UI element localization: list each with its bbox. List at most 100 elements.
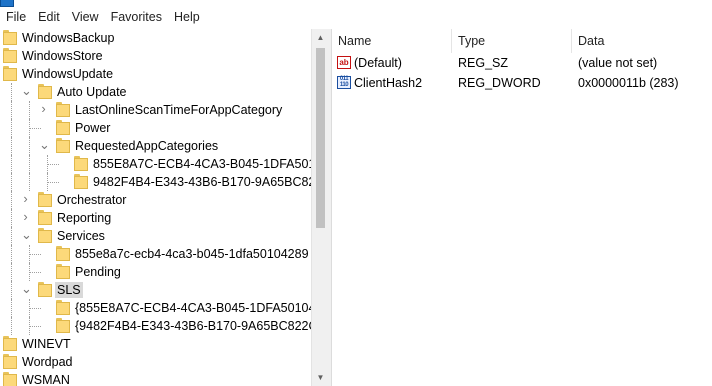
tree-connector-line [11,245,12,263]
chevron-right-icon[interactable]: › [21,192,30,205]
tree-connector-line [29,272,41,273]
column-header-type[interactable]: Type [452,29,572,53]
menu-file[interactable]: File [0,7,32,28]
value-type: REG_DWORD [458,76,541,90]
tree-node-label[interactable]: WindowsBackup [20,30,116,46]
chevron-right-icon[interactable]: › [39,102,48,115]
value-name: ClientHash2 [354,76,423,90]
folder-icon [3,354,17,369]
tree-node[interactable]: Wordpad [0,353,311,371]
tree-node[interactable]: WSMAN [0,371,311,386]
list-header: Name Type Data [332,29,712,53]
folder-icon [3,30,17,45]
tree-connector-line [29,101,30,119]
tree-connector-line [11,209,12,227]
tree-node[interactable]: WINEVT [0,335,311,353]
tree-node-label[interactable]: WindowsUpdate [20,66,115,82]
tree-connector-line [11,227,12,245]
value-row[interactable]: 011 110 ClientHash2 REG_DWORD 0x0000011b (2… [332,73,712,93]
tree-node[interactable]: 855e8a7c-ecb4-4ca3-b045-1dfa50104289 [0,245,311,263]
tree-node-label[interactable]: 855E8A7C-ECB4-4CA3-B045-1DFA50104289 [91,156,311,172]
tree-node-label[interactable]: {855E8A7C-ECB4-4CA3-B045-1DFA50104289} [73,300,311,316]
tree-connector-line [29,254,41,255]
tree-node[interactable]: ⌄ Services [0,227,311,245]
chevron-right-icon[interactable]: › [21,210,30,223]
tree-connector-line [11,317,12,335]
folder-icon [38,192,52,207]
chevron-down-icon[interactable]: ⌄ [39,138,50,151]
title-bar [0,0,712,7]
folder-icon [74,174,88,189]
tree-node-label[interactable]: Orchestrator [55,192,128,208]
folder-icon [56,120,70,135]
tree-node-label[interactable]: Services [55,228,107,244]
folder-icon [56,318,70,333]
tree-node-label[interactable]: WINEVT [20,336,73,352]
folder-icon [3,48,17,63]
tree-node-label[interactable]: Wordpad [20,354,75,370]
tree-connector-line [29,128,41,129]
chevron-down-icon[interactable]: ⌄ [21,84,32,97]
tree-node-label[interactable]: 855e8a7c-ecb4-4ca3-b045-1dfa50104289 [73,246,311,262]
value-row[interactable]: ab (Default) REG_SZ (value not set) [332,53,712,73]
tree-node[interactable]: {9482F4B4-E343-43B6-B170-9A65BC822C77} [0,317,311,335]
menu-help[interactable]: Help [168,7,206,28]
tree-node-label[interactable]: Reporting [55,210,113,226]
tree-node-label[interactable]: Pending [73,264,123,280]
tree-connector-line [11,191,12,209]
tree-connector-line [47,164,59,165]
menu-view[interactable]: View [66,7,105,28]
tree-node[interactable]: Pending [0,263,311,281]
tree-node[interactable]: WindowsStore [0,47,311,65]
tree-connector-line [47,182,59,183]
tree-node[interactable]: › LastOnlineScanTimeForAppCategory [0,101,311,119]
tree-node[interactable]: WindowsBackup [0,29,311,47]
tree-node[interactable]: 855E8A7C-ECB4-4CA3-B045-1DFA50104289 [0,155,311,173]
tree-scrollbar[interactable]: ▲ ▼ [311,29,329,386]
tree-node-label[interactable]: Power [73,120,112,136]
menu-favorites[interactable]: Favorites [105,7,168,28]
chevron-down-icon[interactable]: ⌄ [21,282,32,295]
tree-connector-line [11,281,12,299]
tree-node-label[interactable]: Auto Update [55,84,129,100]
menu-edit[interactable]: Edit [32,7,66,28]
regedit-app-icon [0,0,14,7]
tree-node[interactable]: {855E8A7C-ECB4-4CA3-B045-1DFA50104289} [0,299,311,317]
tree-connector-line [11,173,12,191]
tree-connector-line [29,308,41,309]
folder-icon [56,102,70,117]
folder-icon [56,246,70,261]
values-list-pane: Name Type Data ab (Default) REG_SZ (value n… [332,29,712,386]
folder-icon [56,300,70,315]
tree-connector-line [11,263,12,281]
scroll-thumb[interactable] [316,48,325,228]
scroll-down-arrow-icon[interactable]: ▼ [312,369,329,386]
tree-node-label[interactable]: SLS [55,282,83,298]
tree-node-label[interactable]: RequestedAppCategories [73,138,220,154]
tree-connector-line [11,119,12,137]
tree-node[interactable]: WindowsUpdate [0,65,311,83]
tree-node[interactable]: 9482F4B4-E343-43B6-B170-9A65BC822C77 [0,173,311,191]
tree-node[interactable]: › Reporting [0,209,311,227]
folder-icon [74,156,88,171]
value-data: (value not set) [578,56,658,70]
chevron-down-icon[interactable]: ⌄ [21,228,32,241]
tree-connector-line [11,101,12,119]
tree-connector-line [11,137,12,155]
key-tree-pane[interactable]: WindowsBackup WindowsStore WindowsUpdate ⌄ A… [0,29,311,386]
tree-node[interactable]: Power [0,119,311,137]
tree-node-label[interactable]: {9482F4B4-E343-43B6-B170-9A65BC822C77} [73,318,311,334]
tree-node[interactable]: ⌄ RequestedAppCategories [0,137,311,155]
tree-node[interactable]: ⌄ Auto Update [0,83,311,101]
tree-node-label[interactable]: WSMAN [20,372,72,386]
value-type: REG_SZ [458,56,509,70]
tree-node-label[interactable]: WindowsStore [20,48,105,64]
tree-node-label[interactable]: LastOnlineScanTimeForAppCategory [73,102,284,118]
tree-node[interactable]: › Orchestrator [0,191,311,209]
tree-node-label[interactable]: 9482F4B4-E343-43B6-B170-9A65BC822C77 [91,174,311,190]
folder-icon [56,138,70,153]
column-header-data[interactable]: Data [572,29,712,53]
column-header-name[interactable]: Name [332,29,452,53]
tree-node[interactable]: ⌄ SLS [0,281,311,299]
scroll-up-arrow-icon[interactable]: ▲ [312,29,329,46]
